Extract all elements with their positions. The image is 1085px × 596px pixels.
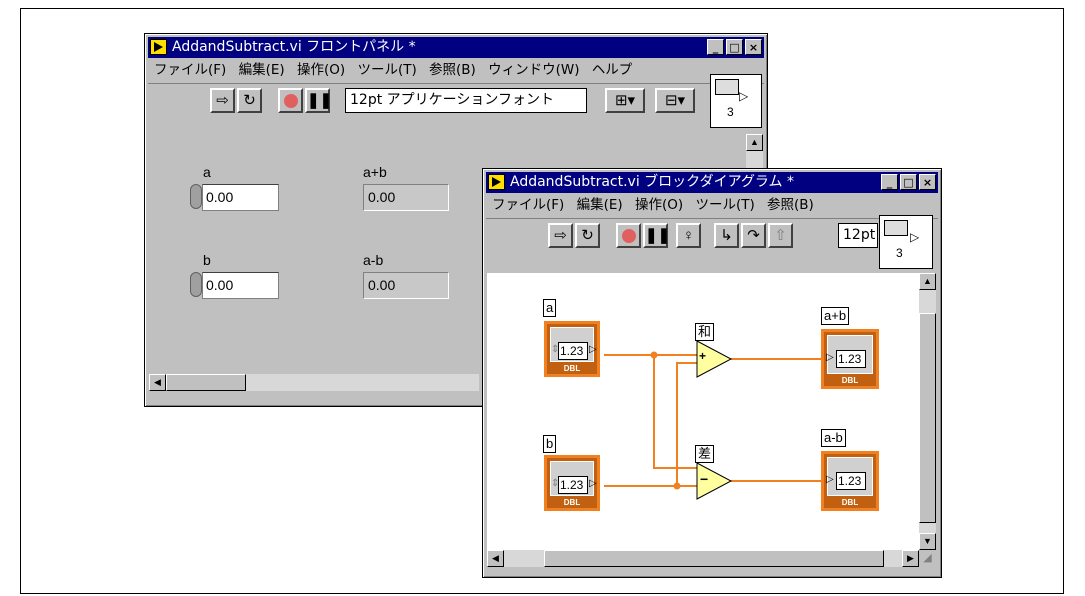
terminal-sum-value: 1.23 [836, 350, 866, 368]
minimize-button[interactable]: _ [881, 174, 898, 190]
block-diagram-hscroll[interactable]: ◀ ▶ [487, 550, 919, 567]
align-objects-icon[interactable]: ⊞▾ [605, 88, 645, 113]
indicator-sum-label: a+b [363, 164, 387, 180]
hscroll-thumb[interactable] [166, 374, 246, 391]
wire-a[interactable] [604, 354, 699, 469]
subtract-node-label: 差 [695, 445, 715, 463]
block-diagram-menubar: ファイル(F) 編集(E) 操作(O) ツール(T) 参照(B) [486, 195, 938, 216]
terminal-b-label: b [543, 435, 557, 453]
menu-file[interactable]: ファイル(F) [492, 197, 564, 213]
block-diagram-toolbar: ⇨ ↻ ❚❚ ♀ ↳ ↷ ⇧ 12pt [486, 218, 938, 253]
pause-icon[interactable]: ❚❚ [643, 223, 670, 248]
scroll-down-icon[interactable]: ▼ [919, 533, 936, 550]
run-continuous-icon[interactable]: ↻ [237, 88, 262, 113]
menu-window[interactable]: ウィンドウ(W) [488, 62, 579, 78]
terminal-a[interactable]: 1.23 ⇕ ▷ DBL [544, 321, 600, 377]
terminal-sum-label: a+b [821, 307, 850, 325]
control-b-label: b [203, 252, 211, 268]
control-b-increment[interactable] [190, 272, 202, 297]
font-select[interactable]: 12pt [838, 223, 878, 248]
menu-file[interactable]: ファイル(F) [154, 62, 226, 78]
menu-edit[interactable]: 編集(E) [577, 197, 623, 213]
front-panel-toolbar: ⇨ ↻ ❚❚ 12pt アプリケーションフォント ⊞▾ ⊟▾ [148, 83, 764, 118]
menu-browse[interactable]: 参照(B) [429, 62, 476, 78]
front-panel-hscroll[interactable]: ◀ [149, 374, 479, 391]
scroll-left-icon[interactable]: ◀ [149, 374, 166, 391]
control-b-input[interactable]: 0.00 [202, 272, 279, 299]
menu-tools[interactable]: ツール(T) [695, 197, 754, 213]
menu-operate[interactable]: 操作(O) [635, 197, 683, 213]
close-button[interactable]: × [745, 39, 762, 55]
front-panel-title-bar[interactable]: AddandSubtract.vi フロントパネル * _ □ × [148, 37, 764, 58]
pause-icon[interactable]: ❚❚ [305, 88, 332, 113]
scroll-right-icon[interactable]: ▶ [902, 550, 919, 567]
labview-icon [488, 174, 505, 190]
labview-icon [150, 39, 167, 55]
connector-number: 3 [727, 105, 734, 119]
abort-icon[interactable] [278, 88, 303, 113]
terminal-diff-label: a-b [821, 429, 846, 447]
block-diagram-vscroll[interactable]: ▲ ▼ [919, 273, 936, 550]
scroll-up-icon[interactable]: ▲ [746, 134, 763, 151]
step-into-icon[interactable]: ↳ [714, 223, 739, 248]
menu-edit[interactable]: 編集(E) [239, 62, 285, 78]
connector-pane-icon[interactable]: ▷ 3 [710, 74, 762, 128]
terminal-diff[interactable]: ▷ 1.23 DBL [821, 451, 879, 511]
close-button[interactable]: × [919, 174, 936, 190]
maximize-button[interactable]: □ [726, 39, 743, 55]
diagram-canvas[interactable]: + − 和 差 a 1.23 ⇕ ▷ DBL b 1.23 ⇕ ▷ DBL a+… [487, 273, 919, 550]
run-arrow-icon[interactable]: ⇨ [210, 88, 235, 113]
terminal-b-value: 1.23 [558, 476, 588, 494]
indicator-diff-value: 0.00 [363, 272, 449, 299]
menu-browse[interactable]: 参照(B) [767, 197, 814, 213]
scroll-up-icon[interactable]: ▲ [919, 273, 936, 290]
highlight-execution-icon[interactable]: ♀ [676, 223, 701, 248]
run-arrow-icon[interactable]: ⇨ [548, 223, 573, 248]
terminal-b-type: DBL [563, 498, 581, 507]
subtract-symbol: − [700, 471, 709, 487]
wire-junction-a [650, 351, 658, 359]
vscroll-thumb[interactable] [919, 313, 936, 523]
menu-operate[interactable]: 操作(O) [297, 62, 345, 78]
terminal-b[interactable]: 1.23 ⇕ ▷ DBL [544, 455, 600, 511]
maximize-button[interactable]: □ [900, 174, 917, 190]
terminal-a-type: DBL [563, 364, 581, 373]
add-symbol: + [699, 349, 707, 363]
indicator-sum-value: 0.00 [363, 184, 449, 211]
connector-pane-icon[interactable]: ▷ 3 [879, 215, 933, 269]
step-out-icon[interactable]: ⇧ [768, 223, 793, 248]
terminal-sum[interactable]: ▷ 1.23 DBL [821, 329, 879, 389]
run-continuous-icon[interactable]: ↻ [575, 223, 600, 248]
scroll-left-icon[interactable]: ◀ [487, 550, 504, 567]
control-a-increment[interactable] [190, 184, 202, 209]
wire-junction-b [673, 482, 681, 490]
front-panel-title: AddandSubtract.vi フロントパネル * [172, 39, 416, 55]
indicator-diff-label: a-b [363, 252, 384, 268]
add-node-label: 和 [695, 323, 715, 341]
minimize-button[interactable]: _ [707, 39, 724, 55]
step-over-icon[interactable]: ↷ [741, 223, 766, 248]
hscroll-thumb[interactable] [544, 550, 884, 567]
control-a-label: a [203, 164, 211, 180]
block-diagram-title: AddandSubtract.vi ブロックダイアグラム * [510, 174, 794, 190]
terminal-diff-type: DBL [841, 498, 859, 507]
terminal-sum-type: DBL [841, 376, 859, 385]
menu-help[interactable]: ヘルプ [592, 62, 633, 78]
font-select[interactable]: 12pt アプリケーションフォント [345, 88, 587, 113]
terminal-a-value: 1.23 [558, 342, 588, 360]
connector-number: 3 [896, 246, 903, 260]
block-diagram-window: AddandSubtract.vi ブロックダイアグラム * _ □ × ファイ… [482, 168, 942, 578]
terminal-a-label: a [543, 299, 557, 317]
distribute-objects-icon[interactable]: ⊟▾ [655, 88, 695, 113]
block-diagram-title-bar[interactable]: AddandSubtract.vi ブロックダイアグラム * _ □ × [486, 172, 938, 193]
front-panel-menubar: ファイル(F) 編集(E) 操作(O) ツール(T) 参照(B) ウィンドウ(W… [148, 60, 764, 81]
control-a-input[interactable]: 0.00 [202, 184, 279, 211]
terminal-diff-value: 1.23 [836, 472, 866, 490]
abort-icon[interactable] [616, 223, 641, 248]
menu-tools[interactable]: ツール(T) [357, 62, 416, 78]
resize-grip-icon[interactable]: ◢ [919, 550, 936, 567]
